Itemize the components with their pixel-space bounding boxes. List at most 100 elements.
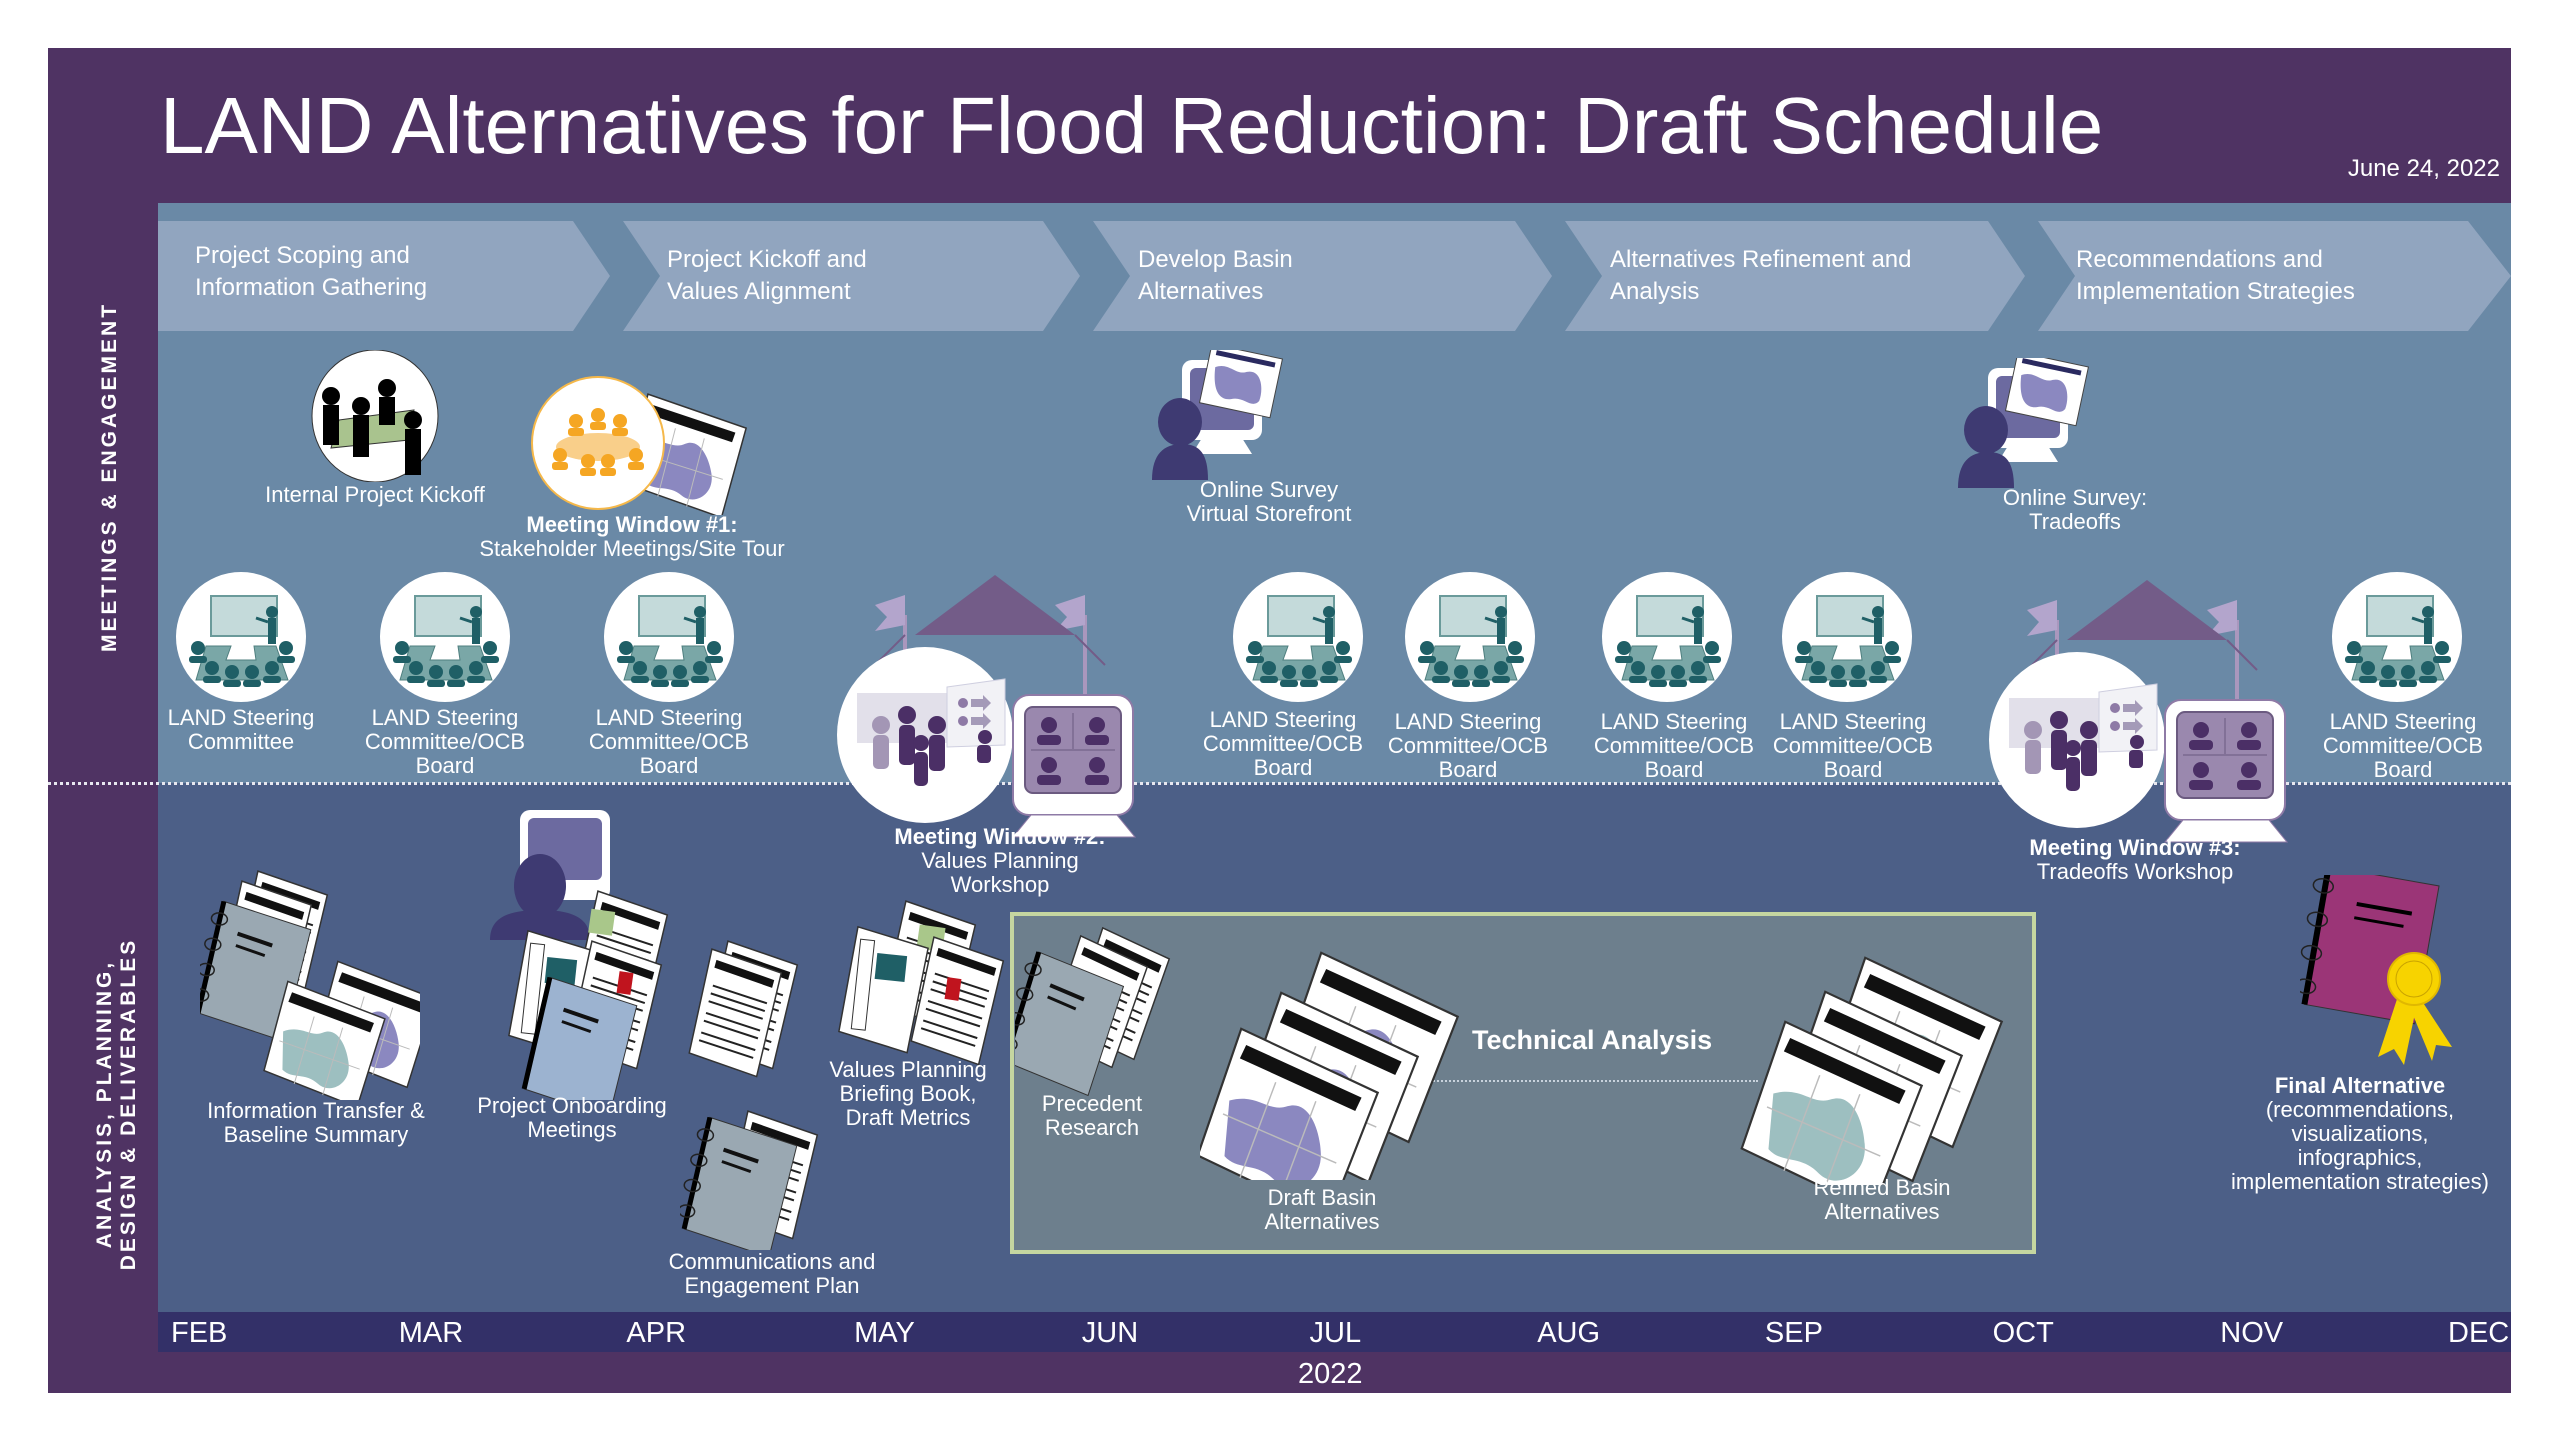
- row-label-meetings: MEETINGS & ENGAGEMENT: [98, 302, 122, 652]
- steering-label-6: LAND Steering Committee/OCB Board: [1594, 710, 1754, 782]
- meeting-window-1-subtitle: Stakeholder Meetings/Site Tour: [479, 536, 785, 561]
- steering-3-line3: Board: [639, 753, 699, 778]
- meeting-window-1-title: Meeting Window #1:: [526, 512, 738, 537]
- steering-label-5: LAND Steering Committee/OCB Board: [1388, 710, 1548, 782]
- onboarding-line2: Meetings: [527, 1117, 617, 1142]
- steering-6-line1: LAND Steering: [1600, 709, 1748, 734]
- comms-plan-line2: Engagement Plan: [684, 1273, 860, 1298]
- phase-label-5: Recommendations and Implementation Strat…: [2076, 244, 2355, 308]
- steering-8-line3: Board: [2373, 757, 2433, 782]
- steering-8-line1: LAND Steering: [2329, 709, 2477, 734]
- phase-label-3: Develop Basin Alternatives: [1138, 244, 1293, 308]
- date-label: June 24, 2022: [2347, 155, 2500, 182]
- steering-committee-icon: [604, 572, 734, 702]
- phase-5-line1: Recommendations and: [2076, 246, 2323, 273]
- month-label-jun: JUN: [1081, 1317, 1139, 1349]
- month-label-oct: OCT: [1992, 1317, 2054, 1349]
- online-survey-2-line2: Tradeoffs: [2029, 509, 2121, 534]
- page-title: LAND Alternatives for Flood Reduction: D…: [160, 81, 2104, 170]
- steering-4-line1: LAND Steering: [1209, 707, 1357, 732]
- month-label-feb: FEB: [171, 1317, 228, 1349]
- draft-basin-line1: Draft Basin: [1267, 1185, 1377, 1210]
- refined-basin-alternatives-icon: [1738, 955, 2010, 1185]
- values-book-line1: Values Planning: [829, 1057, 987, 1082]
- meeting-window-1-label: Meeting Window #1: Stakeholder Meetings/…: [479, 513, 784, 561]
- final-alternative-title: Final Alternative: [2274, 1073, 2446, 1098]
- steering-label-4: LAND Steering Committee/OCB Board: [1203, 708, 1363, 780]
- steering-committee-icon: [176, 572, 306, 702]
- onboarding-docs-icon: [490, 810, 671, 1100]
- steering-committee-icon: [1405, 572, 1535, 702]
- month-label-nov: NOV: [2220, 1317, 2284, 1349]
- steering-2-line3: Board: [415, 753, 475, 778]
- month-label-aug: AUG: [1537, 1317, 1601, 1349]
- precedent-line1: Precedent: [1041, 1091, 1143, 1116]
- year-label: 2022: [1298, 1358, 1363, 1390]
- steering-4-line3: Board: [1253, 755, 1313, 780]
- steering-committee-icon: [1233, 572, 1363, 702]
- steering-7-line1: LAND Steering: [1779, 709, 1927, 734]
- month-label-dec: DEC: [2448, 1317, 2510, 1349]
- month-label-sep: SEP: [1764, 1317, 1823, 1349]
- month-label-apr: APR: [626, 1317, 687, 1349]
- steering-8-line2: Committee/OCB: [2322, 733, 2484, 758]
- phase-3-line1: Develop Basin: [1138, 246, 1293, 273]
- online-survey-1-line2: Virtual Storefront: [1186, 501, 1352, 526]
- month-label-mar: MAR: [398, 1317, 464, 1349]
- precedent-line2: Research: [1044, 1115, 1140, 1140]
- steering-2-line1: LAND Steering: [371, 705, 519, 730]
- info-transfer-line2: Baseline Summary: [223, 1122, 409, 1147]
- precedent-label: Precedent Research: [1042, 1092, 1142, 1140]
- info-transfer-docs-icon: [200, 870, 420, 1100]
- internal-kickoff-icon: [311, 350, 439, 482]
- phase-1-line1: Project Scoping and: [195, 242, 410, 269]
- onboarding-line1: Project Onboarding: [477, 1093, 667, 1118]
- info-transfer-label: Information Transfer & Baseline Summary: [207, 1099, 425, 1147]
- meeting-window-2-title: Meeting Window #2:: [894, 824, 1106, 849]
- values-book-line2: Briefing Book,: [839, 1081, 977, 1106]
- online-survey-tradeoffs-icon: [1958, 358, 2089, 489]
- meeting-window-3-label: Meeting Window #3: Tradeoffs Workshop: [2029, 836, 2240, 884]
- steering-committee-icon: [1602, 572, 1732, 702]
- meeting-window-3-icon: [1987, 580, 2289, 844]
- steering-2-line2: Committee/OCB: [364, 729, 526, 754]
- month-label-jul: JUL: [1309, 1317, 1362, 1349]
- comms-plan-label: Communications and Engagement Plan: [669, 1250, 876, 1298]
- phase-4-line1: Alternatives Refinement and: [1610, 246, 1912, 273]
- steering-6-line3: Board: [1644, 757, 1704, 782]
- month-label-may: MAY: [854, 1317, 915, 1349]
- steering-4-line2: Committee/OCB: [1202, 731, 1364, 756]
- steering-label-1: LAND Steering Committee: [168, 706, 315, 754]
- refined-basin-line2: Alternatives: [1824, 1199, 1940, 1224]
- meeting-window-1-icon: [531, 376, 750, 515]
- steering-committee-icon: [2332, 572, 2462, 702]
- comms-plan-docs-icon: [680, 940, 821, 1250]
- final-alternative-label: Final Alternative (recommendations, visu…: [2231, 1074, 2489, 1194]
- steering-3-line2: Committee/OCB: [588, 729, 750, 754]
- phase-3-line2: Alternatives: [1138, 278, 1264, 305]
- steering-label-7: LAND Steering Committee/OCB Board: [1773, 710, 1933, 782]
- final-alternative-line2: visualizations,: [2291, 1121, 2429, 1146]
- online-survey-1-label: Online Survey Virtual Storefront: [1187, 478, 1352, 526]
- steering-7-line3: Board: [1823, 757, 1883, 782]
- row-label-analysis: ANALYSIS, PLANNING, DESIGN & DELIVERABLE…: [93, 909, 141, 1299]
- steering-5-line3: Board: [1438, 757, 1498, 782]
- meeting-window-3-line1: Tradeoffs Workshop: [2036, 859, 2234, 884]
- values-book-line3: Draft Metrics: [845, 1105, 971, 1130]
- draft-basin-alternatives-icon: [1200, 950, 1466, 1180]
- row-label-analysis-line1: ANALYSIS, PLANNING,: [93, 959, 116, 1249]
- phase-2-line1: Project Kickoff and: [667, 246, 867, 273]
- final-alternative-line4: implementation strategies): [2230, 1169, 2490, 1194]
- internal-kickoff-label: Internal Project Kickoff: [265, 482, 485, 507]
- steering-1-line1: LAND Steering: [167, 705, 315, 730]
- final-alternative-line1: (recommendations,: [2265, 1097, 2455, 1122]
- final-alternative-book-icon: [2300, 875, 2452, 1065]
- steering-committee-icon: [1782, 572, 1912, 702]
- steering-1-line2: Committee: [187, 729, 295, 754]
- online-survey-icon: [1152, 350, 1283, 481]
- steering-label-2: LAND Steering Committee/OCB Board: [365, 706, 525, 778]
- online-survey-2-label: Online Survey: Tradeoffs: [2003, 486, 2147, 534]
- technical-analysis-title: Technical Analysis: [1472, 1025, 1713, 1055]
- meeting-window-2-line2: Workshop: [950, 872, 1050, 897]
- refined-basin-line1: Refined Basin: [1813, 1175, 1951, 1200]
